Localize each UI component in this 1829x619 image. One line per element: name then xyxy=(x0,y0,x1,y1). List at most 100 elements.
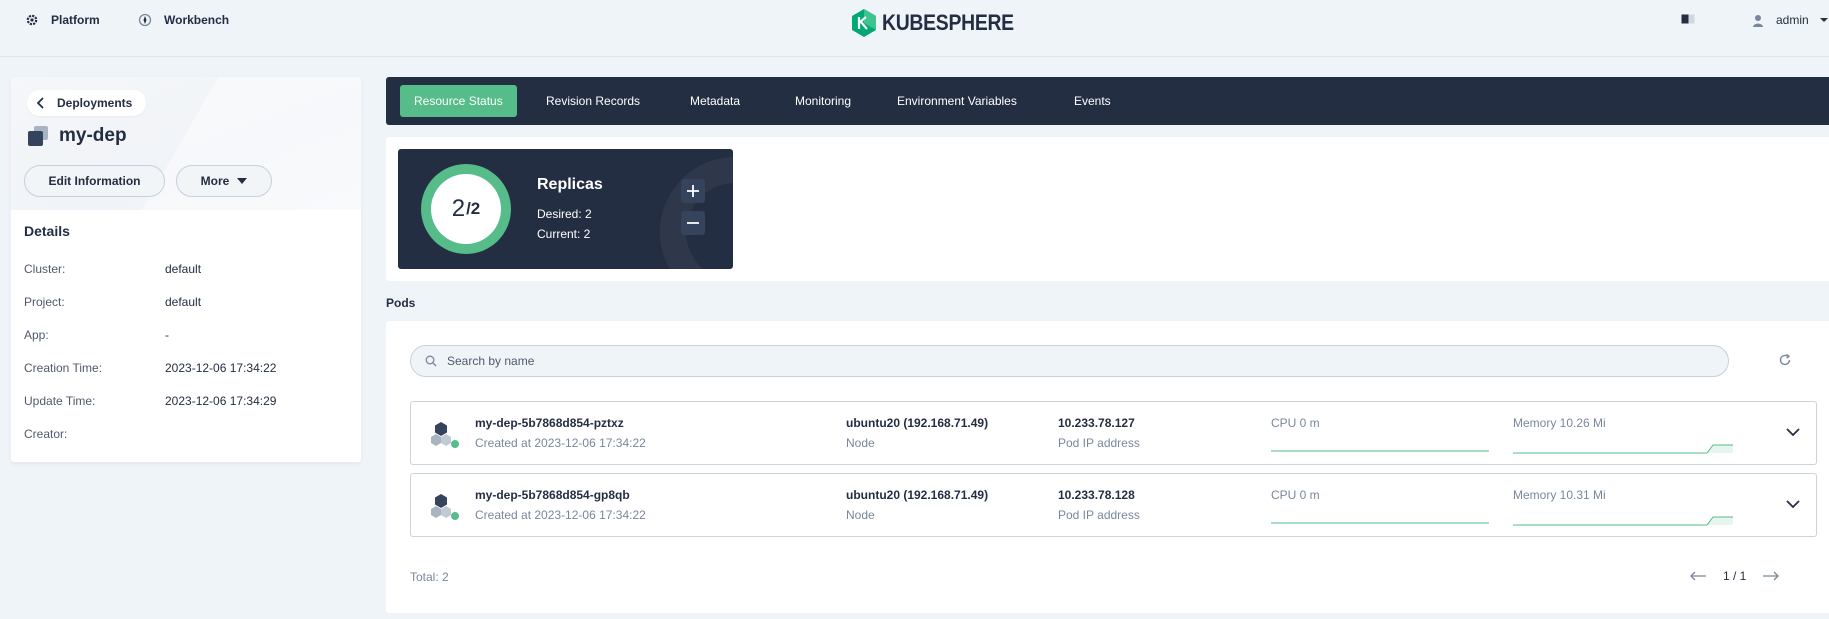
user-name: admin xyxy=(1776,13,1809,27)
cpu-sparkline xyxy=(1271,450,1489,452)
layout-toggle[interactable] xyxy=(1681,13,1695,25)
tab-resource-status[interactable]: Resource Status xyxy=(400,85,517,117)
kubesphere-logo[interactable]: KUBESPHERE xyxy=(851,8,1032,38)
pod-memory: Memory 10.31 Mi xyxy=(1513,488,1606,502)
deployment-detail-panel: Deployments my-dep Edit Information More… xyxy=(11,77,361,462)
pod-name[interactable]: my-dep-5b7868d854-pztxz xyxy=(475,416,624,430)
more-button[interactable]: More xyxy=(176,165,272,197)
detail-update-time: Update Time: 2023-12-06 17:34:29 xyxy=(24,394,344,410)
platform-label: Platform xyxy=(51,13,100,27)
workbench-nav[interactable]: Workbench xyxy=(138,13,229,27)
pod-node-label: Node xyxy=(846,508,875,522)
arrow-right-icon xyxy=(1763,571,1780,581)
detail-key: App: xyxy=(24,328,49,342)
deployment-name: my-dep xyxy=(59,125,127,146)
pod-status-dot xyxy=(451,512,459,520)
compass-icon xyxy=(138,13,152,27)
edit-information-label: Edit Information xyxy=(48,174,141,188)
back-to-deployments-link[interactable]: Deployments xyxy=(27,90,147,116)
pod-created: Created at 2023-12-06 17:34:22 xyxy=(475,436,646,450)
pods-section: my-dep-5b7868d854-pztxz Created at 2023-… xyxy=(386,321,1829,613)
pod-search-box[interactable] xyxy=(410,345,1729,377)
user-menu[interactable]: admin xyxy=(1752,13,1829,27)
detail-key: Update Time: xyxy=(24,394,96,408)
tab-events[interactable]: Events xyxy=(1074,85,1111,117)
pod-search-input[interactable] xyxy=(447,354,1647,368)
pod-row[interactable]: my-dep-5b7868d854-gp8qb Created at 2023-… xyxy=(410,473,1817,537)
tab-monitoring[interactable]: Monitoring xyxy=(795,85,851,117)
resource-status-section: 2/2 Replicas Desired: 2 Current: 2 xyxy=(386,137,1829,281)
detail-key: Project: xyxy=(24,295,65,309)
tab-metadata[interactable]: Metadata xyxy=(690,85,740,117)
deployment-icon xyxy=(28,126,48,146)
scale-up-button[interactable] xyxy=(681,179,705,203)
replicas-ring: 2/2 xyxy=(421,164,511,254)
user-icon xyxy=(1753,14,1763,27)
pod-icon xyxy=(431,422,459,448)
edit-information-button[interactable]: Edit Information xyxy=(24,165,165,197)
top-navigation-bar: Platform Workbench KUBESPHERE admin xyxy=(0,0,1829,57)
chevron-down-icon[interactable] xyxy=(1786,427,1800,437)
tab-environment-variables[interactable]: Environment Variables xyxy=(897,85,1017,117)
detail-project: Project: default xyxy=(24,295,344,311)
kubesphere-logo-icon xyxy=(852,9,876,37)
plus-icon xyxy=(687,185,699,197)
detail-key: Cluster: xyxy=(24,262,66,276)
logo-text: KUBESPHERE xyxy=(882,10,1014,35)
pod-node: ubuntu20 (192.168.71.49) xyxy=(846,488,989,502)
detail-value: - xyxy=(165,328,169,342)
cpu-sparkline xyxy=(1271,522,1489,524)
pod-created: Created at 2023-12-06 17:34:22 xyxy=(475,508,646,522)
detail-value: default xyxy=(165,262,202,276)
detail-tabs: Resource Status Revision Records Metadat… xyxy=(386,77,1829,125)
pod-node: ubuntu20 (192.168.71.49) xyxy=(846,416,989,430)
chevron-down-icon xyxy=(1819,18,1828,22)
pod-memory: Memory 10.26 Mi xyxy=(1513,416,1606,430)
detail-value: default xyxy=(165,295,202,309)
detail-creator: Creator: xyxy=(24,427,344,443)
chevron-left-icon xyxy=(37,97,44,109)
next-page-button[interactable] xyxy=(1762,571,1780,581)
pod-node-label: Node xyxy=(846,436,875,450)
replicas-ready: 2 xyxy=(451,195,466,222)
detail-key: Creation Time: xyxy=(24,361,103,375)
detail-key: Creator: xyxy=(24,427,68,441)
detail-app: App: - xyxy=(24,328,344,344)
pod-ip-label: Pod IP address xyxy=(1058,436,1140,450)
deployment-title: my-dep xyxy=(27,125,127,147)
detail-creation-time: Creation Time: 2023-12-06 17:34:22 xyxy=(24,361,344,377)
pod-status-dot xyxy=(451,440,459,448)
detail-value: 2023-12-06 17:34:29 xyxy=(165,394,277,408)
platform-nav[interactable]: Platform xyxy=(25,13,100,27)
minus-icon xyxy=(687,222,699,224)
pod-ip: 10.233.78.128 xyxy=(1058,488,1135,502)
search-icon xyxy=(425,355,437,367)
replicas-total: /2 xyxy=(466,199,481,218)
pagination: 1 / 1 xyxy=(1689,569,1780,583)
page-indicator: 1 / 1 xyxy=(1723,569,1747,583)
pod-row[interactable]: my-dep-5b7868d854-pztxz Created at 2023-… xyxy=(410,401,1817,465)
previous-page-button[interactable] xyxy=(1689,571,1707,581)
pod-ip: 10.233.78.127 xyxy=(1058,416,1135,430)
workbench-label: Workbench xyxy=(164,13,230,27)
detail-value: 2023-12-06 17:34:22 xyxy=(165,361,277,375)
replicas-desired: Desired: 2 xyxy=(537,207,592,221)
chevron-down-icon[interactable] xyxy=(1786,499,1800,509)
replicas-card: 2/2 Replicas Desired: 2 Current: 2 xyxy=(398,149,733,269)
pod-cpu: CPU 0 m xyxy=(1271,416,1320,430)
refresh-icon xyxy=(1779,353,1791,366)
detail-cluster: Cluster: default xyxy=(24,262,344,278)
more-label: More xyxy=(200,174,230,188)
caret-down-icon xyxy=(237,178,248,184)
pod-name[interactable]: my-dep-5b7868d854-gp8qb xyxy=(475,488,630,502)
refresh-button[interactable] xyxy=(1778,353,1792,372)
memory-sparkline xyxy=(1513,516,1733,526)
pods-section-label: Pods xyxy=(386,296,416,310)
replicas-title: Replicas xyxy=(537,176,603,193)
scale-down-button[interactable] xyxy=(681,211,705,235)
tab-revision-records[interactable]: Revision Records xyxy=(546,85,640,117)
pod-ip-label: Pod IP address xyxy=(1058,508,1140,522)
gear-icon xyxy=(26,14,38,26)
pods-total: Total: 2 xyxy=(410,570,449,584)
replicas-current: Current: 2 xyxy=(537,227,591,241)
